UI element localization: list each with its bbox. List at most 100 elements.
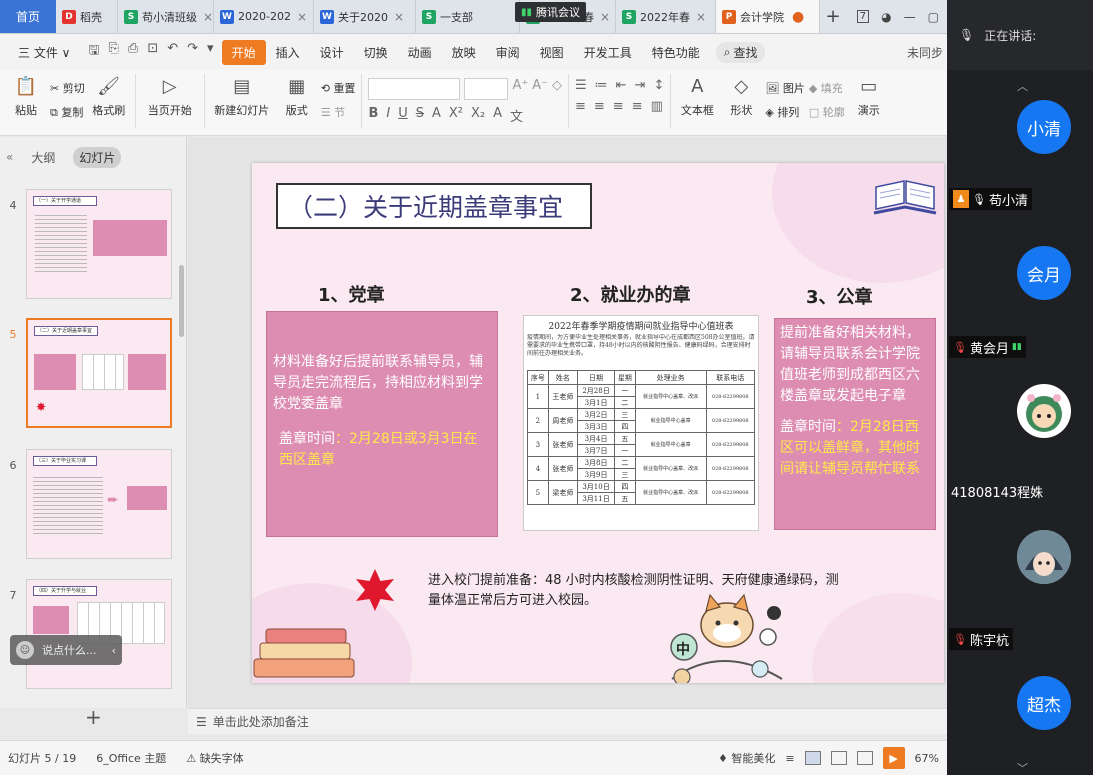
outline-button[interactable]: □ 轮廓 xyxy=(809,104,845,120)
columns-icon[interactable]: ▥ xyxy=(651,99,663,114)
scroll-down-icon[interactable]: ﹀ xyxy=(1017,760,1028,775)
close-icon[interactable]: × xyxy=(394,10,404,24)
participant-tile[interactable]: 小清 ♟ 🎙 苟小清 xyxy=(947,70,1093,216)
paste-button[interactable]: 📋 粘贴 xyxy=(6,74,46,118)
menu-insert[interactable]: 插入 xyxy=(266,40,310,65)
tab-docer[interactable]: D 稻壳 xyxy=(56,0,118,33)
slide-thumbnail[interactable]: （三）关于毕业实习课 ➨ xyxy=(26,449,172,559)
tab-doc-2[interactable]: W 2020-202 × xyxy=(214,0,314,33)
party-seal-info-box[interactable]: 材料准备好后提前联系辅导员，辅导员走完流程后，持相应材料到学校党委盖章 盖章时间… xyxy=(266,311,498,537)
copy-button[interactable]: ⧉ 复制 xyxy=(50,104,85,120)
undo-icon[interactable]: ↶ xyxy=(167,41,178,63)
slide-thumbnail-current[interactable]: （二）关于近期盖章事宜 ✸ xyxy=(26,318,172,428)
layout-button[interactable]: ▦ 版式 xyxy=(277,74,317,118)
menu-review[interactable]: 审阅 xyxy=(486,40,530,65)
menu-view[interactable]: 视图 xyxy=(530,40,574,65)
tab-outline[interactable]: 大纲 xyxy=(31,149,55,166)
play-current-button[interactable]: ▷ 当页开始 xyxy=(142,74,198,118)
cut-button[interactable]: ✂ 剪切 xyxy=(50,80,85,96)
align-icon[interactable]: ≡ xyxy=(785,752,794,765)
add-slide-plus-icon[interactable]: + xyxy=(85,705,102,729)
justify-icon[interactable]: ≡ xyxy=(632,99,643,114)
menu-transition[interactable]: 切换 xyxy=(354,40,398,65)
superscript-icon[interactable]: X² xyxy=(449,106,463,125)
menu-home[interactable]: 开始 xyxy=(221,39,266,65)
bullets-icon[interactable]: ☰ xyxy=(575,78,587,93)
participant-tile[interactable]: 会月 🎙 黄会月 ▮▮ xyxy=(947,216,1093,362)
subscript-icon[interactable]: X₂ xyxy=(471,106,485,125)
close-icon[interactable]: × xyxy=(696,10,706,24)
preview-icon[interactable]: ⊡ xyxy=(147,41,158,63)
menu-design[interactable]: 设计 xyxy=(310,40,354,65)
tab-current-presentation[interactable]: P 会计学院 ● xyxy=(716,0,820,33)
meeting-indicator[interactable]: ▮▮ 腾讯会议 xyxy=(515,2,587,22)
grow-font-icon[interactable]: A⁺ xyxy=(512,78,528,100)
collapse-panel-icon[interactable]: « xyxy=(6,150,13,164)
indent-icon[interactable]: ⇤ xyxy=(616,78,627,93)
official-seal-info-box[interactable]: 提前准备好相关材料，请辅导员联系会计学院值班老师到成都西区六楼盖章或发起电子章 … xyxy=(774,318,936,530)
meeting-chat-input[interactable]: ☺ 说点什么... ‹ xyxy=(10,635,122,665)
window-count-badge[interactable]: 7 xyxy=(856,10,870,23)
current-slide[interactable]: （二）关于近期盖章事宜 1、党章 2、就业办的章 3、公章 材料准备好后提前联系… xyxy=(252,163,944,683)
present-button[interactable]: ▭ 演示 xyxy=(849,74,889,118)
menu-developer[interactable]: 开发工具 xyxy=(574,40,642,65)
missing-font-indicator[interactable]: ⚠ 缺失字体 xyxy=(186,750,243,766)
menu-features[interactable]: 特色功能 xyxy=(642,40,710,65)
collapse-chat-icon[interactable]: ‹ xyxy=(112,644,116,657)
home-tab[interactable]: 首页 xyxy=(0,0,56,33)
align-right-icon[interactable]: ≡ xyxy=(613,99,624,114)
section-button[interactable]: ☰ 节 xyxy=(321,104,356,120)
new-slide-button[interactable]: ▤ 新建幻灯片 xyxy=(211,74,273,118)
file-menu[interactable]: 三 文件 ∨ xyxy=(8,40,80,65)
font-size-select[interactable] xyxy=(464,78,509,100)
tab-doc-6[interactable]: S 2022年春 × xyxy=(616,0,716,33)
font-family-select[interactable] xyxy=(368,78,461,100)
shadow-icon[interactable]: A xyxy=(432,106,441,125)
export-icon[interactable]: ⎘ xyxy=(109,41,119,63)
participant-tile[interactable]: 🎙 陈宇杭 xyxy=(947,508,1093,654)
strikethrough-icon[interactable]: S xyxy=(416,106,424,125)
menu-slideshow[interactable]: 放映 xyxy=(442,40,486,65)
bold-icon[interactable]: B xyxy=(368,106,378,125)
panel-scrollbar[interactable] xyxy=(179,265,184,337)
numbering-icon[interactable]: ≔ xyxy=(595,78,608,93)
slide-title-box[interactable]: （二）关于近期盖章事宜 xyxy=(276,183,592,229)
redo-icon[interactable]: ↷ xyxy=(187,41,198,63)
shrink-font-icon[interactable]: A⁻ xyxy=(532,78,548,100)
maximize-icon[interactable]: ▢ xyxy=(928,10,939,24)
slide-thumbnail[interactable]: （一）关于开学通道 xyxy=(26,189,172,299)
arrange-button[interactable]: ◈ 排列 xyxy=(765,104,804,120)
tab-doc-1[interactable]: S 苟小清班级 × xyxy=(118,0,214,33)
reading-view-icon[interactable] xyxy=(856,751,873,765)
font-color-icon[interactable]: A xyxy=(493,106,502,125)
play-slideshow-icon[interactable]: ▶ xyxy=(882,747,905,769)
clear-format-icon[interactable]: ◇ xyxy=(552,78,562,100)
print-icon[interactable]: ⎙ xyxy=(128,41,138,63)
participant-tile[interactable]: 41808143程姝 xyxy=(947,362,1093,508)
duty-roster-document[interactable]: 2022年春季学期疫情期间就业指导中心值班表 疫情期间，为方便毕业生处理相关事务… xyxy=(523,315,759,531)
notes-pane[interactable]: ☰ 单击此处添加备注 xyxy=(188,708,947,734)
minimize-icon[interactable]: — xyxy=(904,10,916,24)
underline-icon[interactable]: U xyxy=(398,106,408,125)
close-icon[interactable]: × xyxy=(297,10,307,24)
align-left-icon[interactable]: ≡ xyxy=(575,99,586,114)
align-center-icon[interactable]: ≡ xyxy=(594,99,605,114)
phonetic-icon[interactable]: 文 xyxy=(510,106,523,125)
format-painter-button[interactable]: 🖌 格式刷 xyxy=(89,74,129,118)
fill-button[interactable]: ◆ 填充 xyxy=(809,80,845,96)
theme-name[interactable]: 6_Office 主题 xyxy=(96,750,166,766)
close-icon[interactable]: × xyxy=(600,10,610,24)
sorter-view-icon[interactable] xyxy=(830,751,847,765)
shape-button[interactable]: ◇ 形状 xyxy=(721,74,761,118)
slide-thumbnail[interactable]: （四）关于升学与就业 xyxy=(26,579,172,689)
participant-tile[interactable]: 超杰 xyxy=(947,654,1093,775)
picture-button[interactable]: 🖼 图片 xyxy=(765,80,804,96)
close-icon[interactable]: × xyxy=(203,10,213,24)
new-tab-plus-icon[interactable]: + xyxy=(820,0,846,33)
tab-slides[interactable]: 幻灯片 xyxy=(73,146,122,168)
menu-animation[interactable]: 动画 xyxy=(398,40,442,65)
tab-doc-4[interactable]: S 一支部 xyxy=(416,0,520,33)
outdent-icon[interactable]: ⇥ xyxy=(635,78,646,93)
italic-icon[interactable]: I xyxy=(386,106,390,125)
line-spacing-icon[interactable]: ↕ xyxy=(653,78,664,93)
